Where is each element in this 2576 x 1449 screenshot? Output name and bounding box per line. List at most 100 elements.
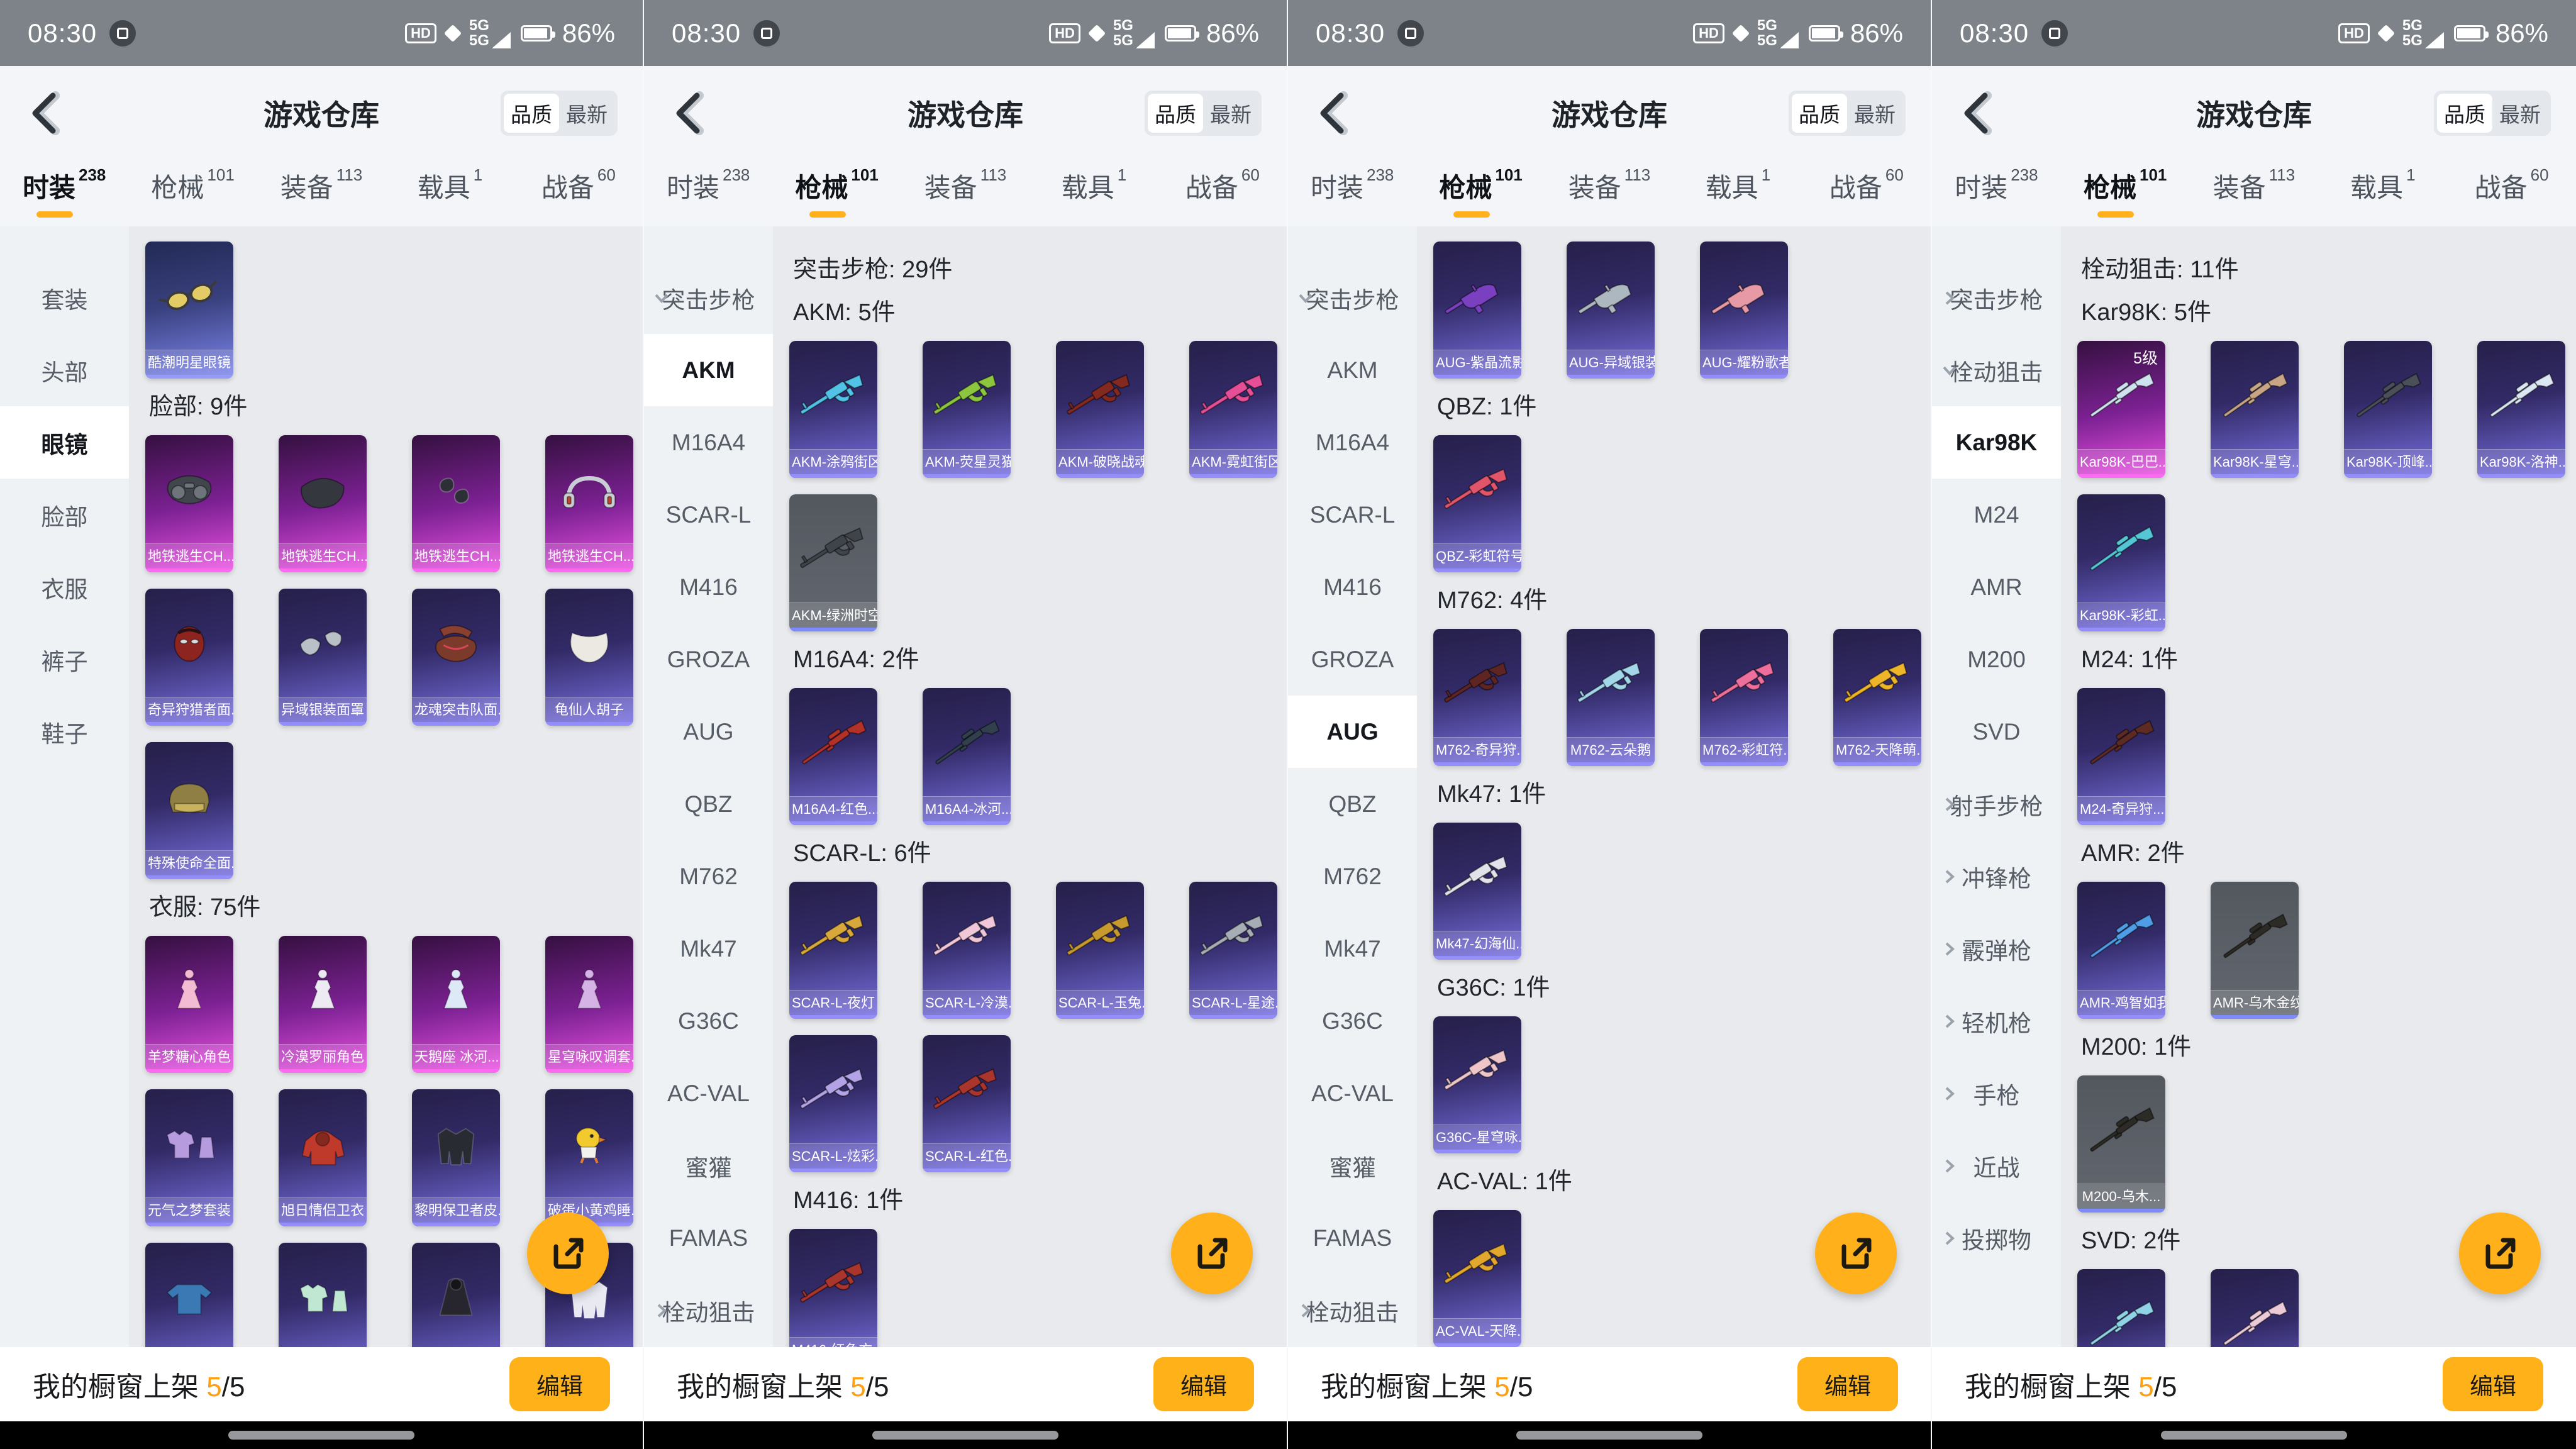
sidebar-item-M762[interactable]: M762 [1288, 840, 1417, 913]
item-card[interactable]: AKM-荧星灵猫 [923, 341, 1011, 478]
sidebar-item-AKM[interactable]: AKM [1288, 334, 1417, 406]
sidebar-item-AMR[interactable]: AMR [1932, 551, 2061, 623]
sidebar-item-M16A4[interactable]: M16A4 [1288, 406, 1417, 479]
sidebar-item-Mk47[interactable]: Mk47 [1288, 913, 1417, 985]
sidebar-item-衣服[interactable]: 衣服 [0, 551, 129, 623]
item-card[interactable]: M762-彩虹符... [1700, 629, 1788, 766]
item-card[interactable]: 黎明保卫者皮... [412, 1089, 500, 1226]
tab-枪械[interactable]: 枪械101 [2061, 160, 2190, 226]
sidebar-item-Kar98K[interactable]: Kar98K [1932, 406, 2061, 479]
sidebar-item-M416[interactable]: M416 [1288, 551, 1417, 623]
share-button[interactable] [2459, 1213, 2541, 1294]
item-card[interactable]: AKM-绿洲时空 [789, 494, 877, 631]
item-card[interactable]: 地铁逃生CH... [545, 435, 633, 572]
item-card[interactable]: 旭日情侣卫衣 [279, 1089, 367, 1226]
tab-枪械[interactable]: 枪械101 [772, 160, 901, 226]
item-card[interactable]: AUG-紫晶流影 [1433, 242, 1521, 379]
item-card[interactable]: M24-奇异狩... [2077, 688, 2165, 825]
tab-枪械[interactable]: 枪械101 [128, 160, 257, 226]
back-button[interactable] [25, 88, 69, 138]
sidebar-item-投掷物[interactable]: 投掷物 [1932, 1202, 2061, 1274]
sort-newest-button[interactable]: 最新 [1203, 94, 1258, 133]
item-card[interactable]: 破蛋小黄鸡睡... [545, 1089, 633, 1226]
sidebar-item-Mk47[interactable]: Mk47 [644, 913, 773, 985]
sidebar-item-栓动狙击[interactable]: 栓动狙击 [1932, 334, 2061, 406]
tab-时装[interactable]: 时装238 [644, 160, 772, 226]
item-card[interactable]: AKM-涂鸦街区 [789, 341, 877, 478]
sidebar-item-蜜獾[interactable]: 蜜獾 [644, 1130, 773, 1202]
item-card[interactable]: 奇异狩猎者面... [145, 589, 233, 726]
share-button[interactable] [1815, 1213, 1897, 1294]
item-card[interactable]: 弄潮海豚衣服 [145, 1243, 233, 1347]
sort-quality-button[interactable]: 品质 [1148, 94, 1203, 133]
item-card[interactable]: Kar98K-彩虹... [2077, 494, 2165, 631]
item-card[interactable]: 地铁逃生CH... [279, 435, 367, 572]
sort-quality-button[interactable]: 品质 [504, 94, 559, 133]
item-card[interactable]: AKM-破晓战魂 [1056, 341, 1144, 478]
tab-时装[interactable]: 时装238 [0, 160, 128, 226]
tab-战备[interactable]: 战备60 [2447, 160, 2576, 226]
sidebar-item-栓动狙击[interactable]: 栓动狙击 [1288, 1274, 1417, 1346]
item-card[interactable]: M762-天降萌... [1833, 629, 1921, 766]
sidebar-item-轻机枪[interactable]: 轻机枪 [1932, 985, 2061, 1057]
tab-枪械[interactable]: 枪械101 [1416, 160, 1545, 226]
item-card[interactable]: SCAR-L-星途... [1189, 882, 1277, 1019]
sort-quality-button[interactable]: 品质 [1792, 94, 1847, 133]
sidebar-item-GROZA[interactable]: GROZA [1288, 623, 1417, 696]
sort-quality-button[interactable]: 品质 [2437, 94, 2492, 133]
item-card[interactable]: M200-乌木... [2077, 1075, 2165, 1213]
sidebar-item-套装[interactable]: 套装 [0, 262, 129, 334]
sidebar-item-近战[interactable]: 近战 [1932, 1130, 2061, 1202]
item-card[interactable]: 酷潮明星眼镜 [145, 242, 233, 379]
item-card[interactable]: M16A4-冰河... [923, 688, 1011, 825]
item-card[interactable]: 奇异狩猎者大... [412, 1243, 500, 1347]
item-card[interactable]: 地铁逃生CH... [145, 435, 233, 572]
sidebar-item-射手步枪[interactable]: 射手步枪 [1932, 768, 2061, 840]
item-card[interactable]: 异域银装面罩 [279, 589, 367, 726]
sidebar-item-SCAR-L[interactable]: SCAR-L [1288, 479, 1417, 551]
edit-button[interactable]: 编辑 [2443, 1357, 2543, 1411]
item-card[interactable]: SCAR-L-红色... [923, 1035, 1011, 1172]
sidebar-item-M762[interactable]: M762 [644, 840, 773, 913]
item-list[interactable]: 栓动狙击: 11件Kar98K: 5件5级Kar98K-巴巴...Kar98K-… [2061, 226, 2576, 1347]
item-card[interactable]: M16A4-红色... [789, 688, 877, 825]
item-card[interactable]: 羊梦糖心角色 [145, 936, 233, 1073]
sidebar-item-SVD[interactable]: SVD [1932, 696, 2061, 768]
sidebar-item-AUG[interactable]: AUG [1288, 696, 1417, 768]
item-card[interactable]: 天鹅座 冰河... [412, 936, 500, 1073]
item-card[interactable]: AUG-异域银装 [1567, 242, 1655, 379]
sort-newest-button[interactable]: 最新 [559, 94, 614, 133]
item-card[interactable]: 龟仙人胡子 [545, 589, 633, 726]
item-card[interactable]: SCAR-L-夜灯 [789, 882, 877, 1019]
sidebar-item-M16A4[interactable]: M16A4 [644, 406, 773, 479]
edit-button[interactable]: 编辑 [1797, 1357, 1898, 1411]
item-card[interactable]: AMR-乌木金纹 [2211, 882, 2299, 1019]
sidebar-item-鞋子[interactable]: 鞋子 [0, 696, 129, 768]
item-card[interactable]: Kar98K-星穹... [2211, 341, 2299, 478]
item-card[interactable]: 薄荷星砂套装 [279, 1243, 367, 1347]
item-list[interactable]: 酷潮明星眼镜脸部: 9件地铁逃生CH...地铁逃生CH...地铁逃生CH...地… [129, 226, 643, 1347]
tab-装备[interactable]: 装备113 [901, 160, 1030, 226]
item-card[interactable]: Mk47-幻海仙... [1433, 823, 1521, 960]
item-card[interactable]: SVD-冷漠罗丽 [2211, 1269, 2299, 1347]
sidebar-item-QBZ[interactable]: QBZ [1288, 768, 1417, 840]
share-button[interactable] [527, 1213, 609, 1294]
item-list[interactable]: 突击步枪: 29件AKM: 5件AKM-涂鸦街区AKM-荧星灵猫AKM-破晓战魂… [773, 226, 1287, 1347]
item-card[interactable]: AKM-霓虹街区 [1189, 341, 1277, 478]
item-card[interactable]: SCAR-L-炫彩... [789, 1035, 877, 1172]
sidebar-item-M24[interactable]: M24 [1932, 479, 2061, 551]
tab-战备[interactable]: 战备60 [514, 160, 643, 226]
item-card[interactable]: SVD-云朵鹅 [2077, 1269, 2165, 1347]
item-card[interactable]: G36C-星穹咏... [1433, 1016, 1521, 1153]
item-card[interactable]: SCAR-L-冷漠... [923, 882, 1011, 1019]
item-list[interactable]: AUG-紫晶流影AUG-异域银装AUG-耀粉歌者QBZ: 1件QBZ-彩虹符号M… [1417, 226, 1931, 1347]
tab-战备[interactable]: 战备60 [1158, 160, 1287, 226]
tab-载具[interactable]: 载具1 [2318, 160, 2447, 226]
item-card[interactable]: 5级Kar98K-巴巴... [2077, 341, 2165, 478]
edit-button[interactable]: 编辑 [509, 1357, 610, 1411]
item-card[interactable]: Kar98K-顶峰... [2344, 341, 2432, 478]
home-indicator[interactable] [872, 1431, 1058, 1440]
item-card[interactable]: 星穹咏叹调套... [545, 936, 633, 1073]
item-card[interactable]: AC-VAL-天降... [1433, 1210, 1521, 1347]
sidebar-item-G36C[interactable]: G36C [1288, 985, 1417, 1057]
